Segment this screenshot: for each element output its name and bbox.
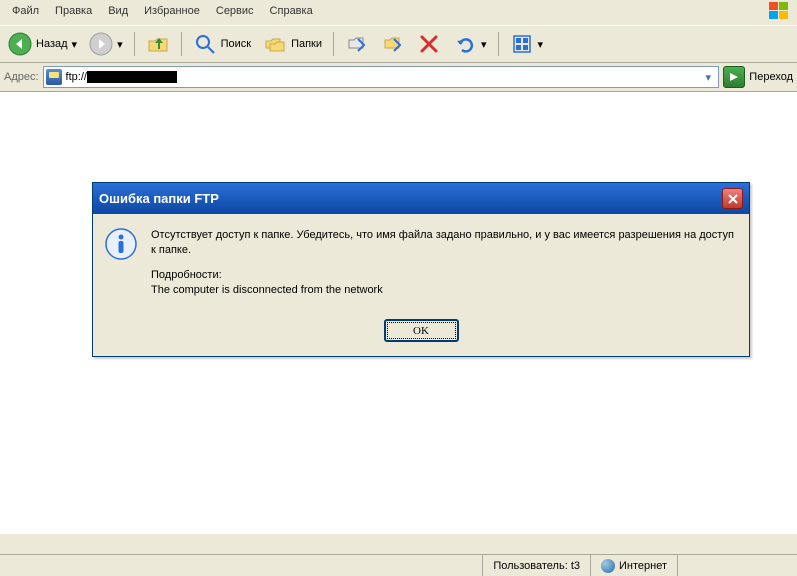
globe-icon — [601, 559, 615, 573]
search-button[interactable]: Поиск — [189, 29, 255, 59]
views-icon — [510, 32, 534, 56]
separator — [181, 32, 182, 56]
menu-help[interactable]: Справка — [262, 2, 321, 23]
chevron-down-icon: ▾ — [72, 38, 78, 51]
dialog-titlebar[interactable]: Ошибка папки FTP — [93, 183, 749, 214]
move-to-button[interactable] — [341, 29, 373, 59]
copy-to-button[interactable] — [377, 29, 409, 59]
status-bar: Пользователь: t3 Интернет — [0, 554, 797, 576]
error-dialog: Ошибка папки FTP Отсутствует доступ к па… — [92, 182, 750, 357]
search-icon — [193, 32, 217, 56]
ok-button[interactable]: OK — [384, 319, 459, 342]
status-empty — [677, 555, 797, 576]
address-label: Адрес: — [4, 71, 39, 83]
copy-to-icon — [381, 32, 405, 56]
chevron-down-icon: ▾ — [538, 38, 544, 51]
forward-button[interactable]: ▾ — [85, 29, 127, 59]
address-dropdown-icon[interactable]: ▾ — [700, 71, 716, 84]
close-icon — [727, 193, 739, 205]
up-button[interactable] — [142, 29, 174, 59]
redacted — [87, 71, 177, 83]
separator — [134, 32, 135, 56]
undo-button[interactable]: ▾ — [449, 29, 491, 59]
chevron-down-icon: ▾ — [117, 38, 123, 51]
move-to-icon — [345, 32, 369, 56]
go-button[interactable] — [723, 66, 745, 88]
dialog-message: Отсутствует доступ к папке. Убедитесь, ч… — [151, 228, 737, 307]
toolbar: Назад ▾ ▾ Поиск Папки ▾ ▾ — [0, 26, 797, 63]
menu-favorites[interactable]: Избранное — [136, 2, 208, 23]
status-zone: Интернет — [590, 555, 677, 576]
chevron-down-icon: ▾ — [481, 38, 487, 51]
go-label: Переход — [749, 71, 793, 83]
back-icon — [8, 32, 32, 56]
menu-bar: Файл Правка Вид Избранное Сервис Справка — [0, 0, 797, 26]
status-user: Пользователь: t3 — [482, 555, 590, 576]
menu-view[interactable]: Вид — [100, 2, 136, 23]
forward-icon — [89, 32, 113, 56]
ftp-icon — [46, 69, 62, 85]
back-button[interactable]: Назад ▾ — [4, 29, 81, 59]
folders-icon — [263, 32, 287, 56]
undo-icon — [453, 32, 477, 56]
folder-up-icon — [146, 32, 170, 56]
menu-file[interactable]: Файл — [4, 2, 47, 23]
info-icon — [105, 228, 137, 260]
windows-logo-icon — [765, 2, 793, 23]
menu-edit[interactable]: Правка — [47, 2, 100, 23]
content-area: Ошибка папки FTP Отсутствует доступ к па… — [0, 92, 797, 534]
dialog-title: Ошибка папки FTP — [99, 191, 219, 206]
address-text: ftp:// — [66, 71, 701, 83]
views-button[interactable]: ▾ — [506, 29, 548, 59]
close-button[interactable] — [722, 188, 743, 209]
separator — [333, 32, 334, 56]
delete-icon — [417, 32, 441, 56]
separator — [498, 32, 499, 56]
delete-button[interactable] — [413, 29, 445, 59]
menu-tools[interactable]: Сервис — [208, 2, 262, 23]
folders-button[interactable]: Папки — [259, 29, 326, 59]
address-field[interactable]: ftp:// ▾ — [43, 66, 720, 88]
address-bar: Адрес: ftp:// ▾ Переход — [0, 63, 797, 92]
